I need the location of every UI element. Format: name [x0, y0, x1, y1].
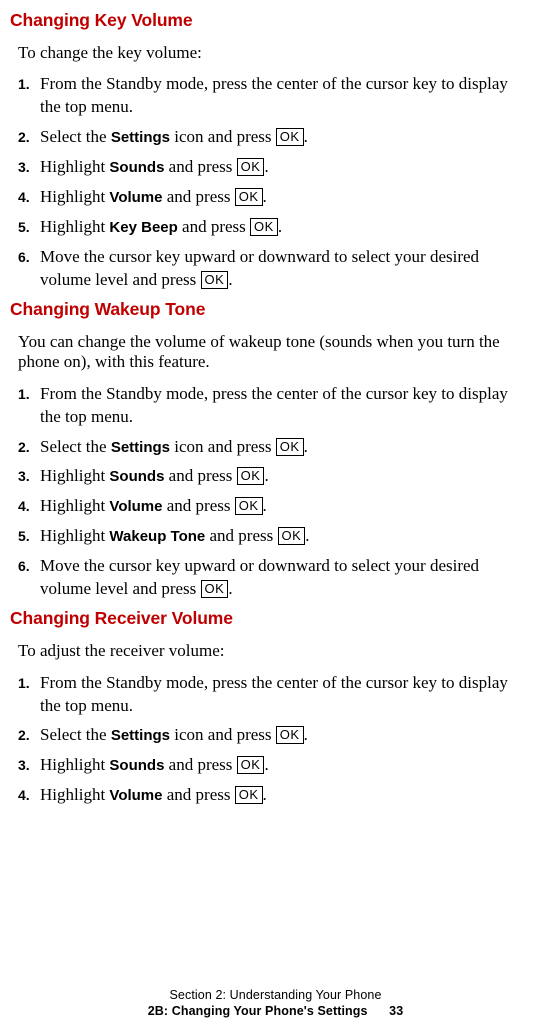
step-item: 3.Highlight Sounds and press OK.	[18, 156, 531, 179]
ok-key-icon: OK	[276, 438, 304, 456]
step-number: 1.	[18, 75, 30, 94]
step-item: 4.Highlight Volume and press OK.	[18, 186, 531, 209]
ok-key-icon: OK	[201, 580, 229, 598]
step-item: 1.From the Standby mode, press the cente…	[18, 672, 531, 718]
step-number: 4.	[18, 497, 30, 516]
ui-term: Volume	[109, 498, 162, 515]
step-item: 3.Highlight Sounds and press OK.	[18, 754, 531, 777]
page-content: Changing Key Volume To change the key vol…	[0, 0, 551, 824]
ok-key-icon: OK	[276, 726, 304, 744]
ui-term: Settings	[111, 439, 170, 456]
step-item: 6.Move the cursor key upward or downward…	[18, 555, 531, 601]
step-number: 2.	[18, 128, 30, 147]
ui-term: Settings	[111, 727, 170, 744]
step-item: 5.Highlight Key Beep and press OK.	[18, 216, 531, 239]
step-item: 4.Highlight Volume and press OK.	[18, 495, 531, 518]
step-item: 1.From the Standby mode, press the cente…	[18, 383, 531, 429]
ok-key-icon: OK	[276, 128, 304, 146]
section-intro: To adjust the receiver volume:	[18, 641, 531, 661]
section-heading: Changing Receiver Volume	[10, 608, 531, 629]
step-item: 3.Highlight Sounds and press OK.	[18, 465, 531, 488]
step-item: 2.Select the Settings icon and press OK.	[18, 436, 531, 459]
step-number: 6.	[18, 557, 30, 576]
step-number: 1.	[18, 674, 30, 693]
step-item: 1.From the Standby mode, press the cente…	[18, 73, 531, 119]
page-number: 33	[389, 1004, 403, 1018]
step-item: 6.Move the cursor key upward or downward…	[18, 246, 531, 292]
step-list: 1.From the Standby mode, press the cente…	[18, 672, 531, 808]
ui-term: Sounds	[109, 159, 164, 176]
ok-key-icon: OK	[278, 527, 306, 545]
footer-subsection-line: 2B: Changing Your Phone's Settings	[148, 1004, 368, 1018]
step-number: 5.	[18, 218, 30, 237]
ok-key-icon: OK	[237, 467, 265, 485]
ui-term: Key Beep	[109, 219, 177, 236]
step-number: 2.	[18, 438, 30, 457]
step-number: 3.	[18, 756, 30, 775]
ok-key-icon: OK	[201, 271, 229, 289]
ui-term: Wakeup Tone	[109, 528, 205, 545]
step-number: 2.	[18, 726, 30, 745]
ok-key-icon: OK	[237, 158, 265, 176]
step-number: 3.	[18, 158, 30, 177]
ui-term: Volume	[109, 787, 162, 804]
ui-term: Sounds	[109, 757, 164, 774]
step-number: 6.	[18, 248, 30, 267]
step-number: 5.	[18, 527, 30, 546]
ok-key-icon: OK	[237, 756, 265, 774]
ui-term: Settings	[111, 129, 170, 146]
step-item: 4.Highlight Volume and press OK.	[18, 784, 531, 807]
section-intro: To change the key volume:	[18, 43, 531, 63]
page-footer: Section 2: Understanding Your Phone 2B: …	[0, 987, 551, 1020]
step-item: 5.Highlight Wakeup Tone and press OK.	[18, 525, 531, 548]
step-item: 2.Select the Settings icon and press OK.	[18, 724, 531, 747]
step-list: 1.From the Standby mode, press the cente…	[18, 383, 531, 602]
section-heading: Changing Wakeup Tone	[10, 299, 531, 320]
ui-term: Sounds	[109, 468, 164, 485]
step-number: 4.	[18, 786, 30, 805]
section-intro: You can change the volume of wakeup tone…	[18, 332, 531, 373]
step-item: 2.Select the Settings icon and press OK.	[18, 126, 531, 149]
step-number: 3.	[18, 467, 30, 486]
ok-key-icon: OK	[235, 497, 263, 515]
ok-key-icon: OK	[250, 218, 278, 236]
ok-key-icon: OK	[235, 188, 263, 206]
ui-term: Volume	[109, 189, 162, 206]
step-number: 1.	[18, 385, 30, 404]
step-list: 1.From the Standby mode, press the cente…	[18, 73, 531, 292]
ok-key-icon: OK	[235, 786, 263, 804]
footer-section-line: Section 2: Understanding Your Phone	[0, 987, 551, 1003]
step-number: 4.	[18, 188, 30, 207]
section-heading: Changing Key Volume	[10, 10, 531, 31]
